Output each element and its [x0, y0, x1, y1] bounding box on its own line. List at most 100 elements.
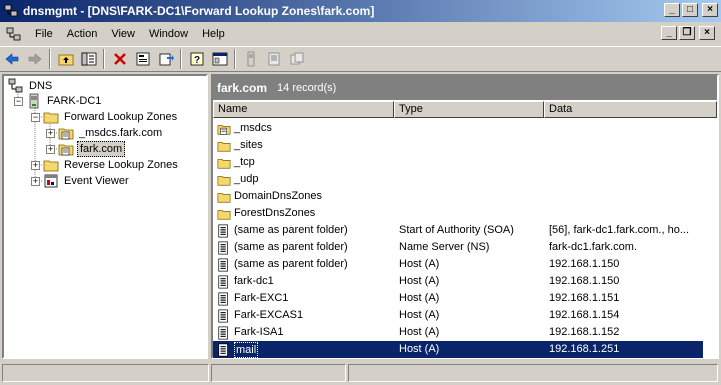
- record-type: [399, 154, 544, 171]
- folder-icon: [217, 158, 231, 169]
- record-row[interactable]: _sites: [213, 137, 703, 154]
- status-panel: [211, 364, 346, 382]
- column-header-type[interactable]: Type: [394, 101, 544, 118]
- status-bar: [0, 361, 721, 385]
- expand-toggle[interactable]: +: [46, 145, 55, 154]
- tree-node-forward-lookup-zones[interactable]: Forward Lookup Zones: [43, 109, 179, 125]
- tree-node-label: Event Viewer: [64, 175, 129, 187]
- record-data: [56], fark-dc1.fark.com., ho...: [549, 224, 689, 236]
- tree-node-label: Reverse Lookup Zones: [64, 159, 178, 171]
- show-hide-tree-button[interactable]: [78, 48, 100, 70]
- child-minimize-button[interactable]: _: [661, 26, 677, 40]
- results-header: fark.com 14 record(s): [213, 76, 717, 100]
- expand-toggle[interactable]: +: [31, 177, 40, 186]
- export-list-button[interactable]: [155, 48, 177, 70]
- record-row[interactable]: ForestDnsZones: [213, 205, 703, 222]
- record-row[interactable]: _msdcs: [213, 120, 703, 137]
- console-menu-icon[interactable]: [6, 26, 22, 42]
- record-name-cell: _sites: [217, 137, 393, 154]
- column-header-data[interactable]: Data: [544, 101, 717, 118]
- collapse-toggle[interactable]: −: [14, 97, 23, 106]
- toolbar-separator: [180, 49, 182, 69]
- record-row[interactable]: _udp: [213, 171, 703, 188]
- record-row[interactable]: Fark-ISA1 Host (A) 192.168.1.152: [213, 324, 703, 341]
- record-data: [549, 171, 703, 188]
- minimize-button[interactable]: _: [664, 3, 680, 17]
- new-server-button[interactable]: [240, 48, 262, 70]
- record-row[interactable]: DomainDnsZones: [213, 188, 703, 205]
- record-name-cell: _tcp: [217, 154, 393, 171]
- expand-toggle[interactable]: +: [46, 129, 55, 138]
- close-button[interactable]: ×: [702, 3, 718, 17]
- tree-node-dns[interactable]: DNS: [8, 78, 54, 94]
- collapse-toggle[interactable]: −: [31, 113, 40, 122]
- record-row[interactable]: Fark-EXC1 Host (A) 192.168.1.151: [213, 290, 703, 307]
- folder-icon: [43, 160, 59, 172]
- tree-node-reverse-lookup-zones[interactable]: Reverse Lookup Zones: [43, 157, 180, 173]
- new-zone-button[interactable]: [286, 48, 308, 70]
- record-data: [549, 188, 703, 205]
- expand-toggle[interactable]: +: [31, 161, 40, 170]
- record-name: Fark-EXCAS1: [234, 309, 304, 321]
- tree-node-msdcs-zone[interactable]: _msdcs.fark.com: [58, 125, 164, 141]
- forward-icon: [28, 53, 42, 65]
- tree-node-fark-com-zone[interactable]: fark.com: [58, 141, 126, 157]
- menu-window[interactable]: Window: [142, 25, 195, 43]
- child-close-button[interactable]: ×: [699, 26, 715, 40]
- menu-action[interactable]: Action: [60, 25, 105, 43]
- record-name: _udp: [234, 173, 259, 185]
- record-row[interactable]: Fark-EXCAS1 Host (A) 192.168.1.154: [213, 307, 703, 324]
- record-icon: [218, 292, 228, 305]
- folder-icon: [43, 112, 59, 124]
- back-button[interactable]: [1, 48, 23, 70]
- menu-view[interactable]: View: [104, 25, 142, 43]
- tree-node-event-viewer[interactable]: Event Viewer: [43, 173, 131, 189]
- help-button[interactable]: ?: [186, 48, 208, 70]
- record-name: fark-dc1: [234, 275, 274, 287]
- record-row[interactable]: fark-dc1 Host (A) 192.168.1.150: [213, 273, 703, 290]
- console-tree-button[interactable]: [209, 48, 231, 70]
- tree-node-server[interactable]: FARK-DC1: [26, 93, 103, 109]
- svg-text:?: ?: [194, 55, 200, 66]
- tree-node-label: _msdcs.fark.com: [79, 127, 163, 139]
- menu-help[interactable]: Help: [195, 25, 232, 43]
- record-row[interactable]: (same as parent folder) Host (A) 192.168.1…: [213, 256, 703, 273]
- new-record-button[interactable]: [263, 48, 285, 70]
- record-name-cell: Fark-EXC1: [217, 290, 393, 307]
- tree-node-label: DNS: [29, 80, 53, 92]
- dns-icon: [8, 78, 23, 93]
- record-name-cell: (same as parent folder): [217, 239, 393, 256]
- record-name: Fark-ISA1: [234, 326, 284, 338]
- forward-button[interactable]: [24, 48, 46, 70]
- record-row[interactable]: mail Host (A) 192.168.1.251: [213, 341, 703, 358]
- record-name: Fark-EXC1: [234, 292, 289, 304]
- record-type: [399, 171, 544, 188]
- record-row[interactable]: (same as parent folder) Name Server (NS) f…: [213, 239, 703, 256]
- tree-node-label-selected: fark.com: [77, 141, 126, 157]
- window-title: dnsmgmt - [DNS\FARK-DC1\Forward Lookup Z…: [23, 4, 375, 18]
- record-icon: [247, 51, 255, 67]
- zone-folder-icon: [217, 124, 231, 135]
- record-data: [549, 154, 703, 171]
- properties-button[interactable]: [132, 48, 154, 70]
- record-name: (same as parent folder): [234, 224, 348, 236]
- record-row[interactable]: _tcp: [213, 154, 703, 171]
- child-restore-button[interactable]: ❐: [679, 26, 695, 40]
- column-header-name[interactable]: Name: [213, 101, 394, 118]
- status-panel: [348, 364, 718, 382]
- folder-icon: [217, 141, 231, 152]
- record-row[interactable]: (same as parent folder) Start of Authorit…: [213, 222, 703, 239]
- properties-icon: [136, 52, 150, 66]
- toolbar: ?: [0, 46, 721, 72]
- menu-file[interactable]: File: [28, 25, 60, 43]
- record-name-cell: Fark-ISA1: [217, 324, 393, 341]
- back-icon: [5, 53, 19, 65]
- record-name: _sites: [234, 139, 263, 151]
- record-type: Host (A): [399, 326, 440, 338]
- delete-icon: [114, 53, 126, 65]
- up-one-level-button[interactable]: [55, 48, 77, 70]
- maximize-button[interactable]: □: [682, 3, 698, 17]
- delete-button[interactable]: [109, 48, 131, 70]
- record-data: [549, 120, 703, 137]
- up-folder-icon: [58, 54, 74, 66]
